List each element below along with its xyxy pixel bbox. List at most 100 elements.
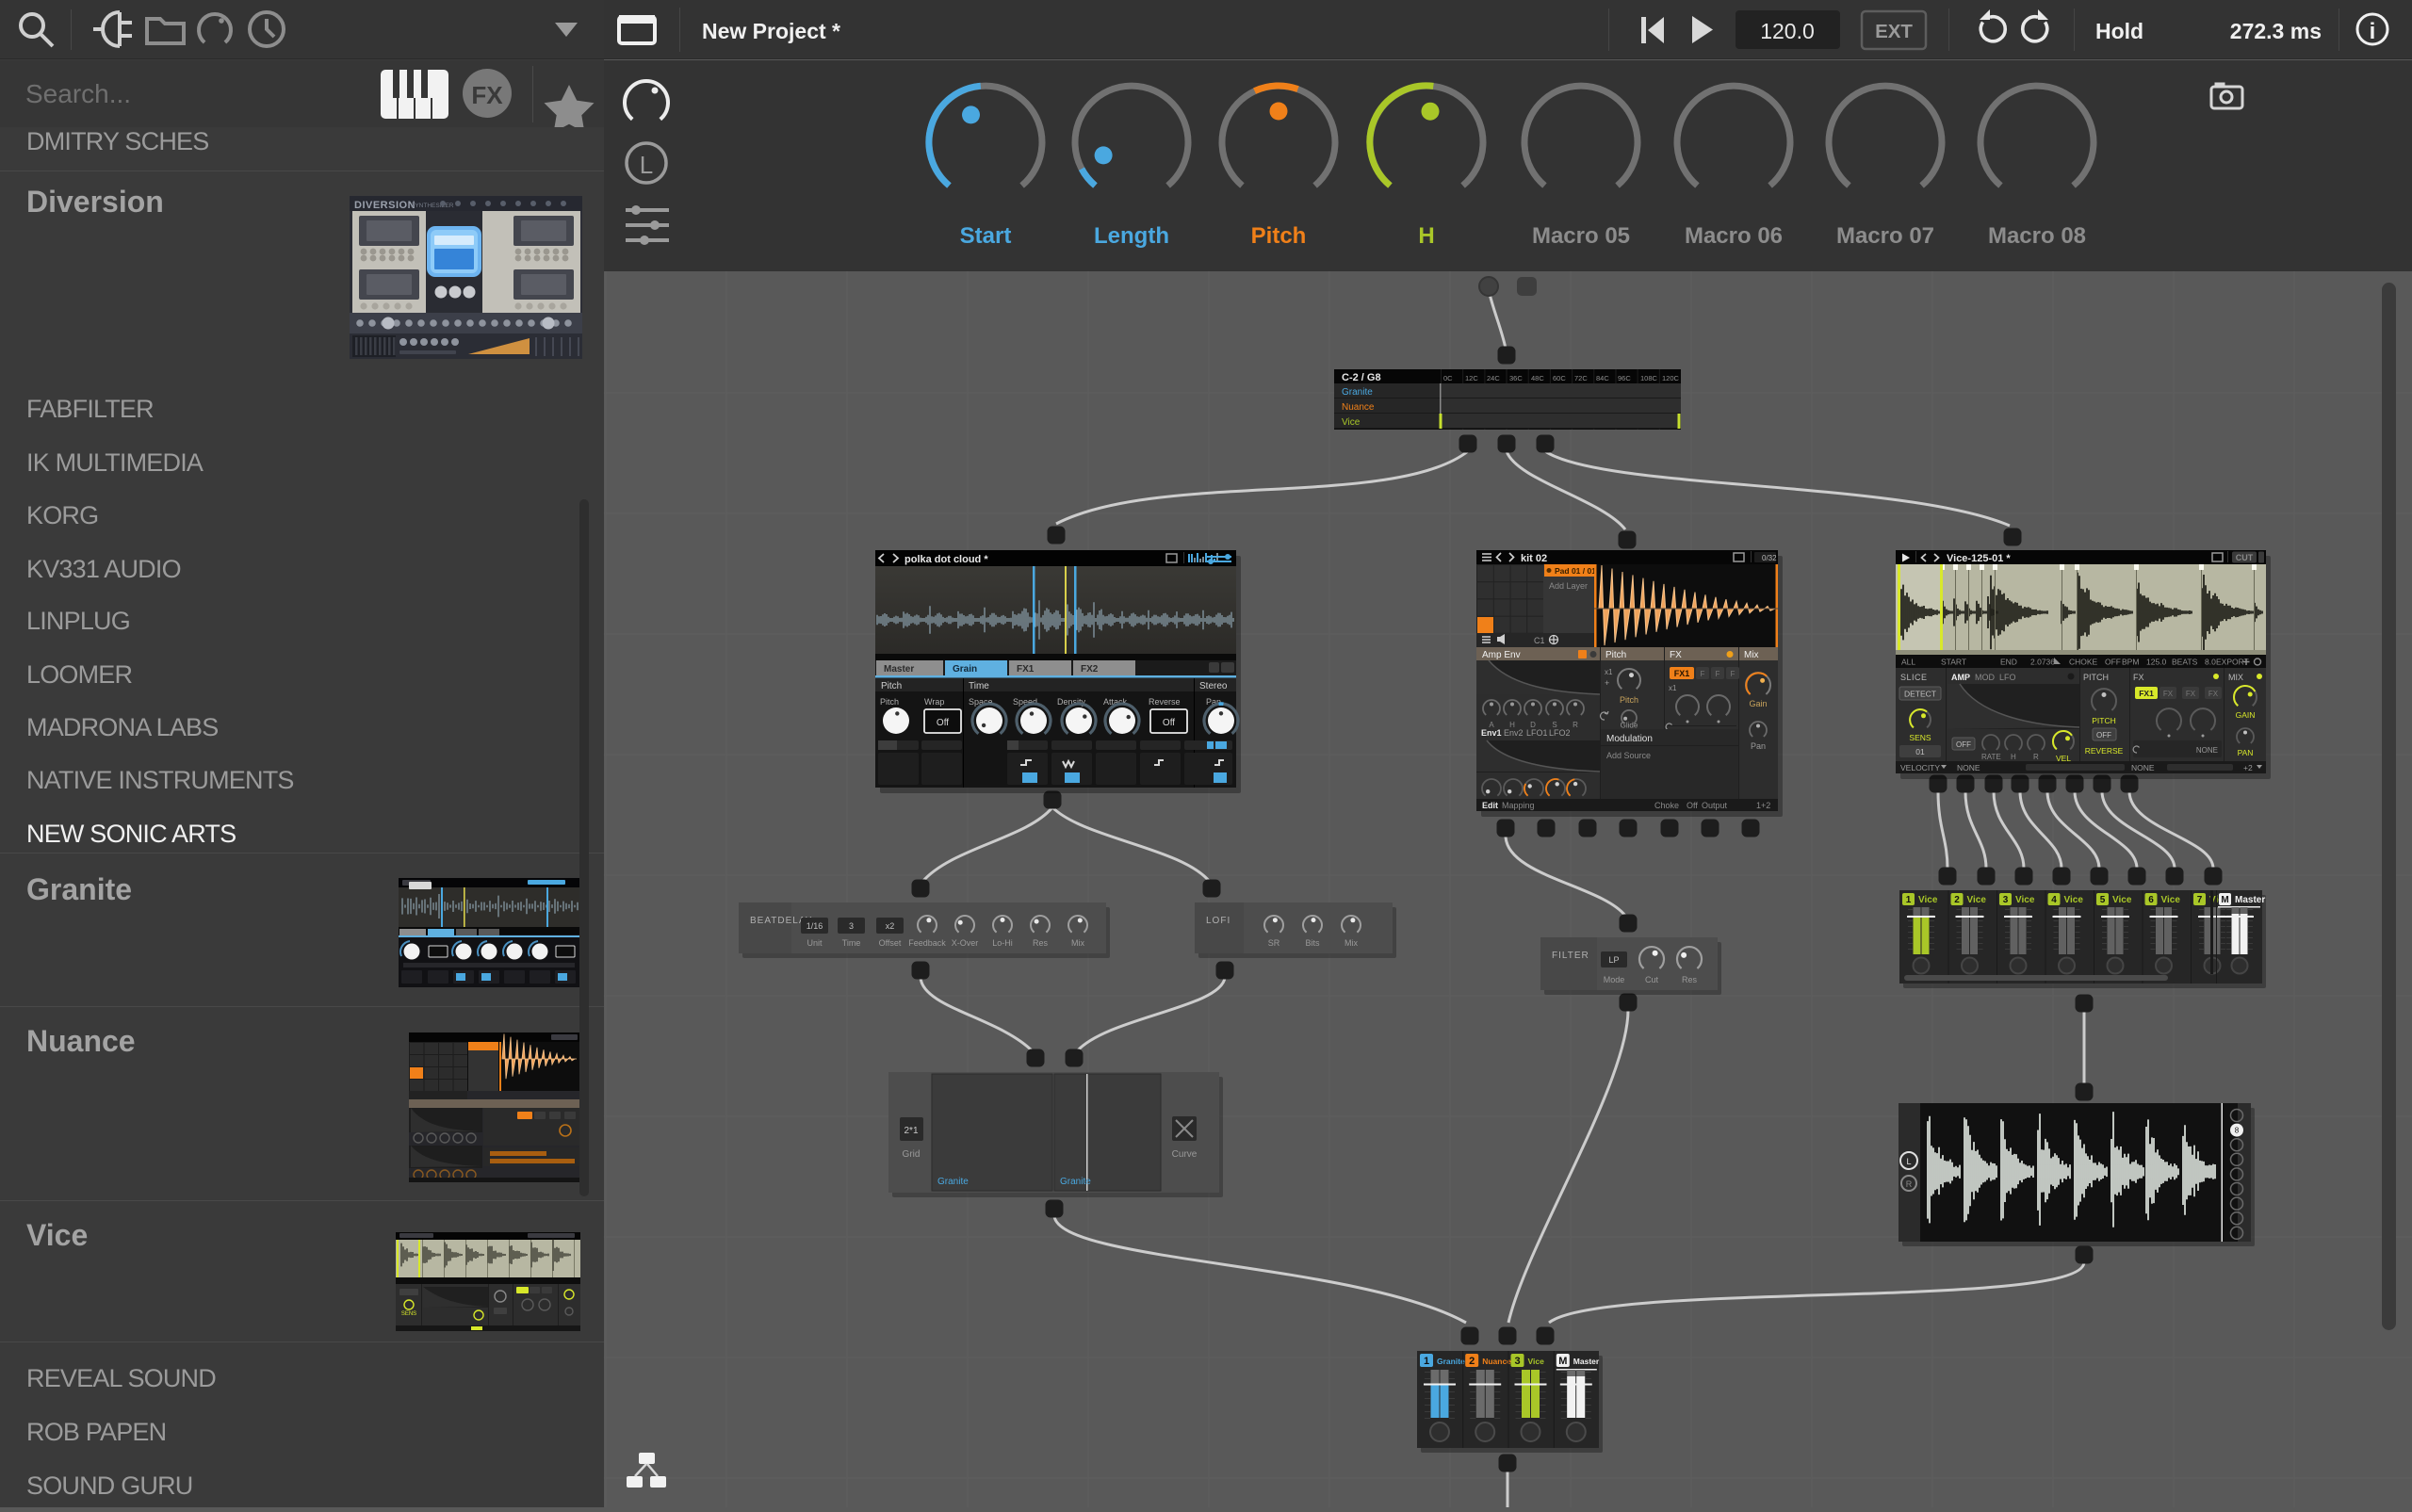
svg-text:Nuance: Nuance <box>1342 402 1375 413</box>
svg-text:84C: 84C <box>1596 374 1609 382</box>
svg-text:PAN: PAN <box>2238 748 2254 757</box>
svg-text:x2: x2 <box>886 921 895 931</box>
svg-text:Vice: Vice <box>2112 895 2132 905</box>
svg-text:5: 5 <box>2100 895 2106 905</box>
svg-text:Mix: Mix <box>1744 650 1759 660</box>
svg-text:Off: Off <box>1687 801 1698 810</box>
svg-text:H: H <box>2011 753 2016 761</box>
svg-text:H: H <box>1418 223 1434 249</box>
svg-text:Pitch: Pitch <box>1605 650 1626 660</box>
svg-text:F: F <box>1716 670 1720 678</box>
svg-text:Env1: Env1 <box>1481 728 1502 738</box>
svg-text:Unit: Unit <box>807 938 823 948</box>
svg-text:F: F <box>1701 670 1705 678</box>
svg-text:36C: 36C <box>1509 374 1523 382</box>
svg-text:F: F <box>1731 670 1736 678</box>
svg-text:PITCH: PITCH <box>2092 716 2116 725</box>
svg-text:C-2 / G8: C-2 / G8 <box>1342 372 1381 383</box>
svg-text:Macro 06: Macro 06 <box>1685 223 1783 249</box>
svg-text:BEATS: BEATS <box>2172 658 2198 667</box>
svg-text:SLICE: SLICE <box>1900 673 1928 682</box>
svg-text:01: 01 <box>1915 747 1925 756</box>
svg-text:CHOKE: CHOKE <box>2069 658 2098 667</box>
svg-text:R: R <box>1906 1179 1913 1189</box>
svg-text:Nuance: Nuance <box>1482 1357 1511 1366</box>
svg-text:END: END <box>2000 658 2017 667</box>
svg-text:+: + <box>1605 678 1609 688</box>
svg-text:3: 3 <box>2003 895 2009 905</box>
svg-text:Pad 01 / 01: Pad 01 / 01 <box>1555 566 1596 576</box>
svg-text:FX1: FX1 <box>2139 689 2154 698</box>
svg-text:Vice: Vice <box>1528 1357 1545 1366</box>
svg-text:+2: +2 <box>2243 763 2253 772</box>
svg-text:2: 2 <box>1469 1356 1475 1367</box>
svg-text:Master: Master <box>2235 895 2265 905</box>
svg-text:PITCH: PITCH <box>2083 673 2109 682</box>
svg-text:Granite: Granite <box>1060 1177 1091 1187</box>
svg-text:EXT: EXT <box>1875 21 1913 42</box>
svg-text:MOD: MOD <box>1975 673 1995 682</box>
svg-text:48C: 48C <box>1531 374 1544 382</box>
svg-text:DIVERSION: DIVERSION <box>354 200 416 211</box>
svg-text:Output: Output <box>1702 801 1728 810</box>
svg-text:Pitch: Pitch <box>880 697 899 707</box>
svg-text:NONE: NONE <box>1957 763 1980 772</box>
svg-text:Lo-Hi: Lo-Hi <box>992 938 1013 948</box>
svg-text:Vice: Vice <box>1967 895 1987 905</box>
svg-text:REVERSE: REVERSE <box>2085 746 2124 756</box>
svg-text:Pan: Pan <box>1751 741 1766 751</box>
svg-text:SENS: SENS <box>1909 733 1931 742</box>
svg-text:Pitch: Pitch <box>881 681 902 691</box>
svg-text:Grid: Grid <box>903 1149 921 1160</box>
svg-text:Add Source: Add Source <box>1606 751 1651 760</box>
svg-text:Master: Master <box>1573 1357 1600 1366</box>
svg-text:START: START <box>1941 658 1966 667</box>
svg-text:X-Over: X-Over <box>952 938 979 948</box>
svg-text:Macro 08: Macro 08 <box>1988 223 2086 249</box>
svg-text:kit 02: kit 02 <box>1521 553 1547 564</box>
svg-text:Vice-125-01 *: Vice-125-01 * <box>1947 553 2011 564</box>
svg-text:DETECT: DETECT <box>1904 690 1936 699</box>
svg-text:6: 6 <box>2148 895 2154 905</box>
svg-text:Mapping: Mapping <box>1502 801 1535 810</box>
svg-text:SYNTHESIZER: SYNTHESIZER <box>411 203 454 209</box>
svg-text:Mode: Mode <box>1604 975 1625 984</box>
svg-text:LOFI: LOFI <box>1206 916 1230 926</box>
svg-text:LFO2: LFO2 <box>1549 728 1571 738</box>
svg-text:0/32: 0/32 <box>1762 554 1777 562</box>
svg-text:3: 3 <box>849 921 854 931</box>
svg-text:Master: Master <box>884 664 914 675</box>
svg-text:Off: Off <box>937 718 949 728</box>
svg-text:FX: FX <box>2133 673 2144 682</box>
svg-text:Modulation: Modulation <box>1606 734 1653 744</box>
svg-text:2*1: 2*1 <box>904 1126 918 1136</box>
svg-text:7: 7 <box>2197 895 2203 905</box>
svg-text:Glide: Glide <box>1621 722 1638 730</box>
svg-text:Pitch: Pitch <box>1251 223 1307 249</box>
svg-text:LFO: LFO <box>1999 673 2016 682</box>
svg-text:NONE: NONE <box>2196 746 2218 755</box>
svg-text:Vice: Vice <box>2064 895 2084 905</box>
svg-text:Gain: Gain <box>1749 699 1767 708</box>
svg-text:Granite: Granite <box>937 1177 969 1187</box>
svg-text:1+2: 1+2 <box>1756 801 1770 810</box>
svg-text:Env2: Env2 <box>1504 728 1524 738</box>
svg-text:FX: FX <box>2208 690 2219 698</box>
svg-text:R: R <box>1573 721 1578 729</box>
svg-text:8.0: 8.0 <box>2205 658 2216 667</box>
svg-text:M: M <box>1558 1356 1567 1367</box>
svg-text:GAIN: GAIN <box>2236 710 2256 720</box>
svg-text:2.0736: 2.0736 <box>2030 658 2055 667</box>
svg-text:4: 4 <box>2051 895 2057 905</box>
svg-text:Start: Start <box>960 223 1012 249</box>
svg-text:OFF: OFF <box>2096 731 2111 740</box>
svg-text:FX: FX <box>1670 650 1682 660</box>
svg-text:AMP: AMP <box>1951 673 1970 682</box>
svg-text:1: 1 <box>1906 895 1912 905</box>
svg-text:Macro 05: Macro 05 <box>1532 223 1630 249</box>
svg-text:0C: 0C <box>1443 374 1453 382</box>
svg-text:SENS: SENS <box>401 1311 416 1317</box>
svg-text:2: 2 <box>1954 895 1960 905</box>
svg-text:Edit: Edit <box>1482 801 1498 810</box>
svg-text:12C: 12C <box>1465 374 1478 382</box>
